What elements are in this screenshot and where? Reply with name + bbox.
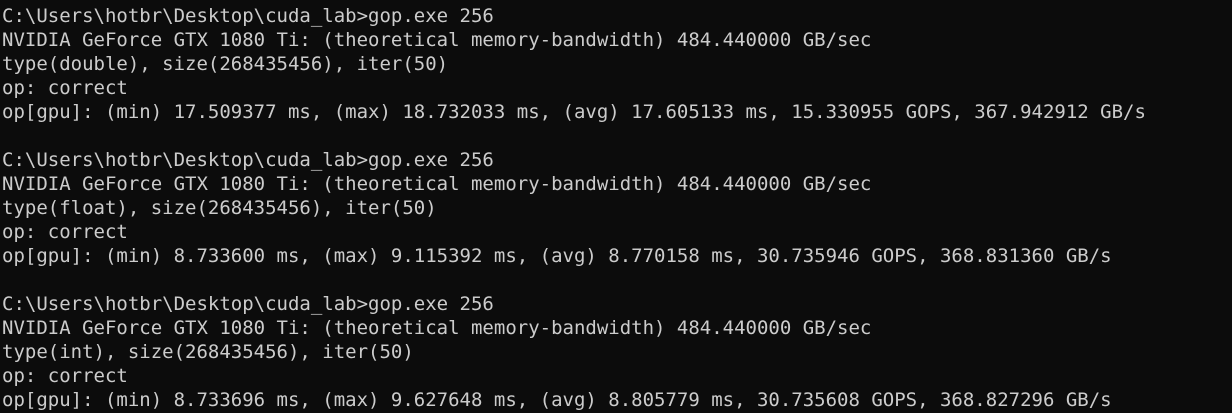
command-prompt-line: C:\Users\hotbr\Desktop\cuda_lab>gop.exe …: [2, 149, 494, 171]
gpu-timing-line: op[gpu]: (min) 8.733696 ms, (max) 9.6276…: [2, 389, 1112, 411]
type-info-line: type(int), size(268435456), iter(50): [2, 341, 414, 363]
op-status-line: op: correct: [2, 77, 128, 99]
op-status-line: op: correct: [2, 365, 128, 387]
gpu-info-line: NVIDIA GeForce GTX 1080 Ti: (theoretical…: [2, 173, 872, 195]
type-info-line: type(double), size(268435456), iter(50): [2, 53, 449, 75]
type-info-line: type(float), size(268435456), iter(50): [2, 197, 437, 219]
gpu-info-line: NVIDIA GeForce GTX 1080 Ti: (theoretical…: [2, 29, 872, 51]
gpu-timing-line: op[gpu]: (min) 17.509377 ms, (max) 18.73…: [2, 101, 1146, 123]
op-status-line: op: correct: [2, 221, 128, 243]
command-prompt-line: C:\Users\hotbr\Desktop\cuda_lab>gop.exe …: [2, 5, 494, 27]
gpu-info-line: NVIDIA GeForce GTX 1080 Ti: (theoretical…: [2, 317, 872, 339]
console-output[interactable]: C:\Users\hotbr\Desktop\cuda_lab>gop.exe …: [0, 0, 1232, 413]
command-prompt-line: C:\Users\hotbr\Desktop\cuda_lab>gop.exe …: [2, 293, 494, 315]
gpu-timing-line: op[gpu]: (min) 8.733600 ms, (max) 9.1153…: [2, 245, 1112, 267]
